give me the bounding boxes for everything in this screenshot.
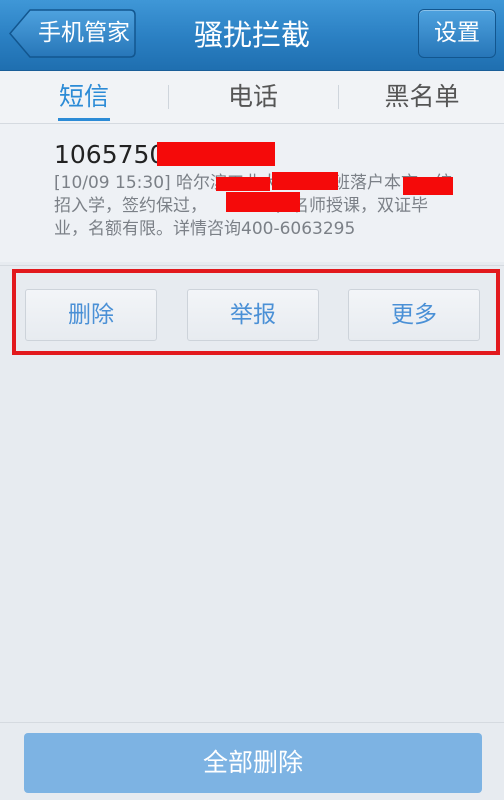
tab-bar: 短信 电话 黑名单 [0,71,504,124]
delete-all-button[interactable]: 全部删除 [24,733,482,793]
page-title: 骚扰拦截 [193,18,310,52]
more-button[interactable]: 更多 [348,289,480,341]
divider [0,722,504,723]
back-button-label: 手机管家 [38,20,130,46]
title-bar: 手机管家 骚扰拦截 设置 [0,0,504,71]
message-line: 业，名额有限。详情咨询400-6063295 [54,219,356,239]
tab-divider [338,85,339,109]
redaction-mark [226,192,300,212]
message-actions: 删除 举报 更多 [12,269,500,355]
active-tab-indicator [58,118,110,121]
back-button[interactable]: 手机管家 [8,9,136,58]
tab-blacklist[interactable]: 黑名单 [366,71,478,123]
tab-calls[interactable]: 电话 [194,71,312,123]
redaction-mark [157,142,275,166]
list-item[interactable]: 10657502 [10/09 15:30] 哈尔滨工业大学MBA班落户本市，统… [0,124,504,262]
redaction-mark [403,177,453,195]
tab-divider [168,85,169,109]
redaction-mark [272,172,338,190]
report-button[interactable]: 举报 [187,289,319,341]
delete-button[interactable]: 删除 [25,289,157,341]
settings-button[interactable]: 设置 [418,9,496,58]
message-fragment: 招入学，签约保过， [54,196,207,216]
divider [0,265,504,266]
redaction-mark [216,177,270,191]
tab-sms[interactable]: 短信 [34,71,134,123]
